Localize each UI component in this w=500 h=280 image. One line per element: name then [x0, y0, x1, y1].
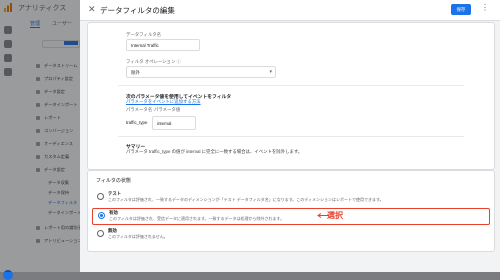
parameter-value: internal: [157, 121, 172, 126]
save-button[interactable]: 保存: [451, 4, 471, 15]
state-option-active[interactable]: 有効 このフィルタは評価され、受信データに適用されます。一致するデータは処理から…: [92, 208, 490, 225]
radio-test[interactable]: [97, 193, 104, 200]
filter-state-card: フィルタの状態 テスト このフィルタは評価され、一致するデータのディメンションが…: [87, 170, 495, 252]
filter-operation-label: フィルタ オペレーション ⓘ: [126, 59, 181, 64]
divider: [118, 85, 464, 86]
chevron-down-icon: ▾: [269, 69, 272, 75]
filter-name-label: データフィルタ名: [126, 32, 162, 37]
parameter-name-label: パラメータ名: [126, 107, 153, 112]
dialog-title: データフィルタの編集: [100, 6, 175, 15]
radio-active[interactable]: [98, 212, 105, 219]
radio-inactive[interactable]: [97, 230, 104, 237]
filter-settings-card: データフィルタ名 Internal Traffic フィルタ オペレーション ⓘ…: [87, 22, 495, 170]
parameter-value-label: パラメータ値: [154, 107, 181, 112]
filter-state-heading: フィルタの状態: [96, 178, 131, 184]
option-desc: このフィルタは評価されません。: [108, 234, 168, 239]
divider: [118, 136, 464, 137]
filter-name-value: Internal Traffic: [131, 43, 159, 48]
parameter-help-link[interactable]: パラメータをイベントに追加する方法: [126, 99, 201, 105]
edit-data-filter-dialog: ✕ データフィルタの編集 保存 ⋮ データフィルタ名 Internal Traf…: [80, 0, 500, 272]
parameter-value-input[interactable]: internal: [152, 116, 196, 130]
filter-name-input[interactable]: Internal Traffic: [126, 39, 200, 51]
more-vert-icon[interactable]: ⋮: [481, 3, 489, 12]
summary-text: パラメータ traffic_type の値が internal に完全に一致する…: [126, 149, 303, 154]
parameter-name-value: traffic_type: [126, 120, 148, 125]
annotation-label: 選択: [327, 211, 343, 220]
help-icon[interactable]: ⓘ: [177, 59, 181, 64]
state-option-inactive[interactable]: 無効 このフィルタは評価されません。: [92, 227, 488, 242]
filter-operation-value: 除外: [131, 70, 140, 75]
close-icon[interactable]: ✕: [88, 4, 96, 15]
option-desc: このフィルタは評価され、受信データに適用されます。一致するデータは処理から除外さ…: [109, 216, 285, 221]
option-desc: このフィルタは評価され、一致するデータのディメンションが「テスト データフィルタ…: [108, 197, 384, 202]
filter-operation-select[interactable]: 除外 ▾: [126, 66, 276, 78]
dialog-header: ✕ データフィルタの編集 保存 ⋮: [80, 0, 500, 21]
state-option-test[interactable]: テスト このフィルタは評価され、一致するデータのディメンションが「テスト データ…: [92, 190, 488, 205]
